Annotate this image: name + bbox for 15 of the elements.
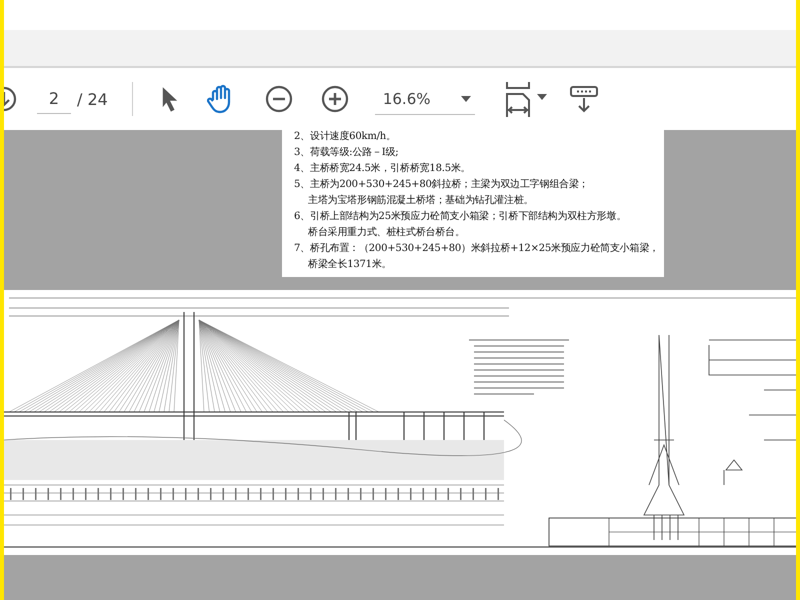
note-line: 7、桥孔布置：（200+530+245+80）米斜拉桥+12×25米预应力砼简支小箱梁， — [294, 242, 659, 256]
note-line: 主塔为宝塔形钢筋混凝土桥塔；基础为钻孔灌注桩。 — [307, 194, 534, 208]
read-mode-icon[interactable] — [568, 84, 599, 114]
zoom-in-icon[interactable] — [320, 85, 349, 113]
note-line: 桥梁全长1371米。 — [307, 258, 392, 272]
caret-icon[interactable] — [460, 96, 471, 102]
note-line: 4、主桥桥宽24.5米，引桥桥宽18.5米。 — [294, 162, 470, 176]
zoom-out-icon[interactable] — [264, 85, 293, 113]
note-line: 桥台采用重力式、桩柱式桥台桥台。 — [307, 226, 465, 240]
note-line: 2、设计速度60km/h。 — [294, 130, 396, 144]
note-line: 3、荷载等级:公路－Ⅰ级; — [294, 146, 398, 160]
zoom-dropdown[interactable]: 16.6% — [374, 84, 475, 114]
page-total: / 24 — [77, 90, 108, 108]
note-line: 5、主桥为200+530+245+80斜拉桥；主梁为双边工字钢组合梁； — [294, 178, 588, 192]
note-line: 6、引桥上部结构为25米预应力砼简支小箱梁；引桥下部结构为双柱方形墩。 — [294, 210, 626, 224]
